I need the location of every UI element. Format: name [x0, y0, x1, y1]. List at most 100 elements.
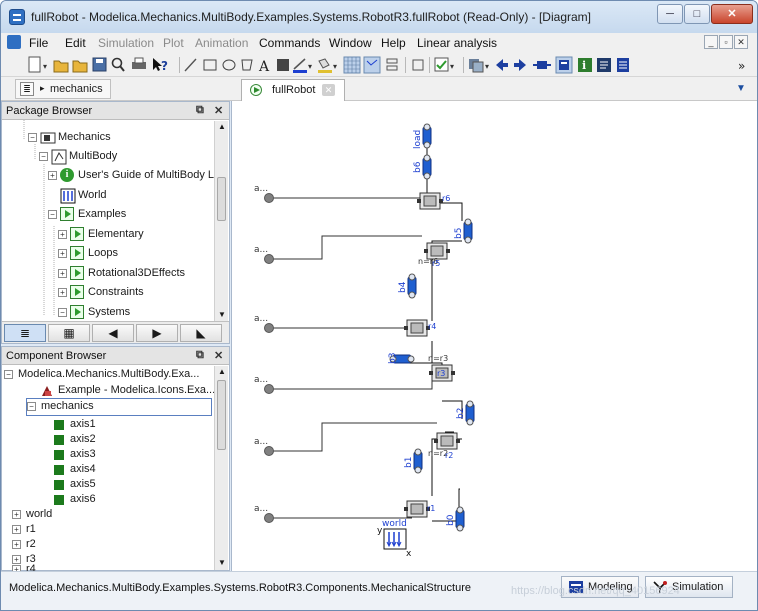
expand-icon[interactable]: +: [58, 269, 67, 278]
tree-item-rotational3deffects[interactable]: + Rotational3DEffects: [58, 265, 214, 283]
joint-r1[interactable]: r1: [403, 500, 435, 518]
nav-up-button[interactable]: ◣: [180, 324, 222, 342]
body-b2[interactable]: b2: [456, 400, 475, 426]
body-b3[interactable]: b3: [388, 353, 415, 364]
component-browser-scrollbar[interactable]: ▲ ▼: [214, 366, 228, 570]
world-component[interactable]: world y x: [377, 519, 412, 559]
joint-r4[interactable]: r4: [403, 319, 436, 337]
mechanical-structure-diagram[interactable]: a... a... a... a... a... a... load b6 r6…: [232, 101, 758, 571]
tree-item-multibody[interactable]: − MultiBody: [39, 148, 214, 166]
check-icon[interactable]: ▾: [434, 57, 454, 72]
collapse-icon[interactable]: −: [39, 152, 48, 161]
expand-icon[interactable]: +: [58, 249, 67, 258]
forward-icon[interactable]: [514, 59, 526, 71]
axis-input-4[interactable]: a...: [254, 375, 274, 394]
tree-item-users-guide[interactable]: + i User's Guide of MultiBody Li...: [48, 167, 226, 185]
joint-r6[interactable]: r6: [416, 192, 450, 210]
tab-list-dropdown-icon[interactable]: ▼: [736, 83, 746, 94]
info-view-icon[interactable]: i: [578, 58, 592, 72]
rectangle-tool-icon[interactable]: [203, 59, 217, 71]
scroll-down-icon[interactable]: ▼: [218, 310, 226, 319]
menu-edit[interactable]: Edit: [65, 36, 86, 50]
tree-item-loops[interactable]: + Loops: [58, 245, 214, 263]
fill-color-icon[interactable]: ▾: [318, 58, 337, 73]
maximize-button[interactable]: □: [684, 4, 710, 24]
line-tool-icon[interactable]: [184, 58, 197, 72]
nav-forward-button[interactable]: ▶: [136, 324, 178, 342]
new-file-icon[interactable]: ▾: [28, 56, 47, 73]
panel-close-icon[interactable]: ✕: [214, 104, 223, 117]
open-folder-icon[interactable]: [53, 60, 69, 73]
toolbar-overflow-icon[interactable]: »: [738, 59, 745, 73]
joint-r5[interactable]: n=r6r5: [418, 242, 451, 268]
menu-commands[interactable]: Commands: [259, 36, 320, 50]
open-folder-2-icon[interactable]: [72, 60, 88, 73]
body-b5[interactable]: b5: [454, 218, 473, 244]
component-icon[interactable]: [533, 61, 551, 69]
menu-window[interactable]: Window: [329, 36, 372, 50]
collapse-icon[interactable]: −: [48, 210, 57, 219]
tree-item-elementary[interactable]: + Elementary: [58, 226, 214, 244]
tree-item-constraints[interactable]: + Constraints: [58, 284, 214, 302]
axis-input-3[interactable]: a...: [254, 314, 274, 333]
tab-close-icon[interactable]: ✕: [322, 84, 335, 96]
joint-r2[interactable]: n=r2r2: [428, 432, 461, 460]
search-icon[interactable]: [111, 57, 125, 72]
expand-icon[interactable]: +: [58, 288, 67, 297]
expand-icon[interactable]: +: [12, 525, 21, 534]
text-tool-icon[interactable]: A: [258, 59, 270, 75]
breadcrumb-mechanics[interactable]: mechanics: [50, 83, 103, 95]
print-icon[interactable]: [132, 57, 146, 69]
snap-toggle-icon[interactable]: [363, 56, 381, 74]
expand-icon[interactable]: +: [58, 230, 67, 239]
line-color-icon[interactable]: ▾: [293, 58, 312, 73]
ellipse-tool-icon[interactable]: [222, 59, 236, 71]
body-b1[interactable]: b1: [404, 448, 423, 474]
scroll-thumb[interactable]: [217, 380, 226, 450]
undock-icon[interactable]: ⧉: [196, 349, 204, 362]
menu-help[interactable]: Help: [381, 36, 406, 50]
axis-input-1[interactable]: a...: [254, 184, 274, 203]
collapse-icon[interactable]: −: [27, 402, 36, 411]
undock-icon[interactable]: ⧉: [196, 104, 204, 117]
icon-view-button[interactable]: ▦: [48, 324, 90, 342]
axis-input-5[interactable]: a...: [254, 437, 274, 456]
scroll-down-icon[interactable]: ▼: [218, 558, 226, 567]
body-b0[interactable]: b0: [446, 506, 465, 532]
tree-item-examples[interactable]: − Examples: [48, 206, 214, 224]
body-b6[interactable]: b6: [413, 154, 432, 180]
menu-plot[interactable]: Plot: [163, 36, 184, 50]
tree-item-mechanics[interactable]: − Mechanics: [28, 129, 213, 147]
scroll-up-icon[interactable]: ▲: [218, 122, 226, 131]
mdi-restore-button[interactable]: ▫: [719, 35, 733, 49]
menu-linear-analysis[interactable]: Linear analysis: [417, 36, 497, 50]
expand-icon[interactable]: +: [48, 171, 57, 180]
mdi-close-button[interactable]: ✕: [734, 35, 748, 49]
collapse-icon[interactable]: −: [28, 133, 37, 142]
axis-input-6[interactable]: a...: [254, 504, 274, 523]
whats-this-icon[interactable]: ?: [153, 58, 168, 73]
nav-back-button[interactable]: ◀: [92, 324, 134, 342]
document-menu-icon[interactable]: [7, 35, 21, 49]
text-view-icon[interactable]: [597, 58, 611, 72]
collapse-icon[interactable]: −: [4, 370, 13, 379]
mdi-minimize-button[interactable]: _: [704, 35, 718, 49]
tab-fullrobot[interactable]: fullRobot ✕: [241, 79, 345, 101]
scroll-thumb[interactable]: [217, 177, 226, 221]
close-button[interactable]: ✕: [711, 4, 753, 24]
frame-icon[interactable]: [412, 59, 424, 71]
collapse-icon[interactable]: −: [58, 308, 67, 317]
tree-view-button[interactable]: ≣: [4, 324, 46, 342]
save-icon[interactable]: [92, 57, 107, 72]
diagram-canvas[interactable]: a... a... a... a... a... a... load b6 r6…: [231, 101, 757, 571]
body-b4[interactable]: b4: [398, 273, 417, 299]
panel-close-icon[interactable]: ✕: [214, 349, 223, 362]
tree-item-mechanics-selected[interactable]: − mechanics: [26, 398, 212, 416]
menu-simulation[interactable]: Simulation: [98, 36, 154, 50]
bitmap-tool-icon[interactable]: [277, 59, 289, 71]
menu-file[interactable]: File: [29, 36, 48, 50]
expand-icon[interactable]: +: [12, 510, 21, 519]
scroll-up-icon[interactable]: ▲: [218, 367, 226, 376]
minimize-button[interactable]: ─: [657, 4, 683, 24]
package-browser-scrollbar[interactable]: ▲ ▼: [214, 121, 228, 322]
